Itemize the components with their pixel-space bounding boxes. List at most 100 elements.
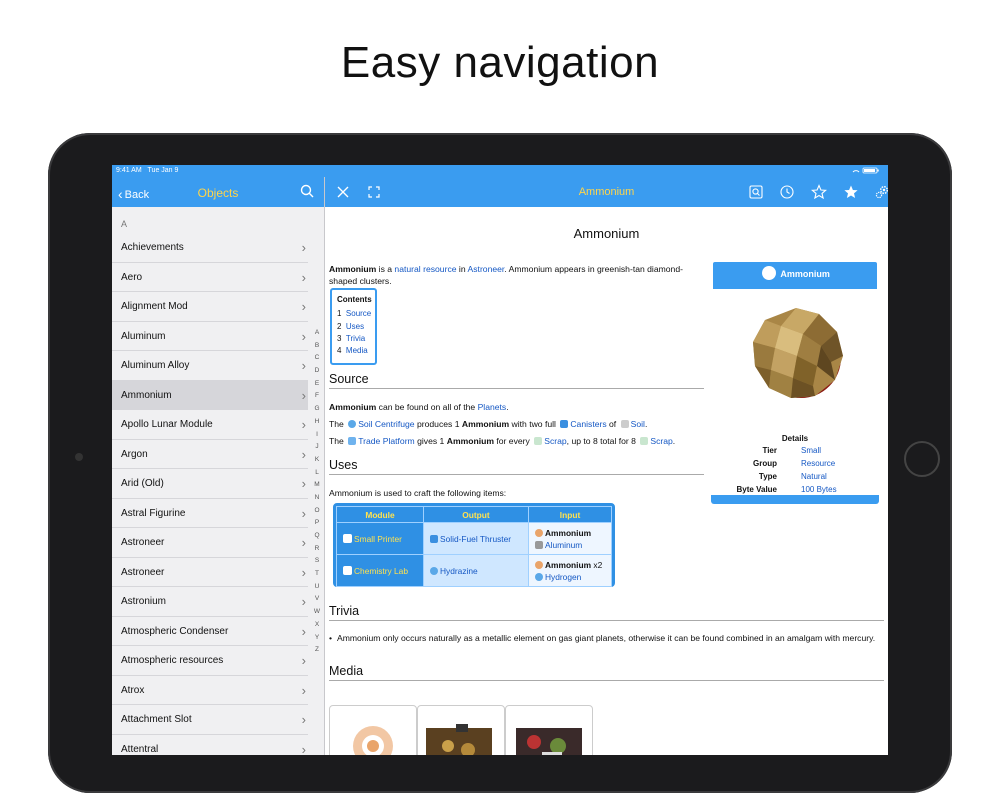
index-letter[interactable]: F — [311, 392, 323, 405]
infobox-value-link[interactable]: Resource — [801, 459, 835, 468]
alphabet-index[interactable]: ABCDEFGHIJKLMNOPQRSTUVWXYZ — [311, 329, 323, 659]
module-cell[interactable]: Small Printer — [336, 522, 424, 555]
list-item[interactable]: Astroneer › — [112, 528, 308, 558]
list-item[interactable]: Atrox › — [112, 676, 308, 705]
list-item[interactable]: Aluminum › — [112, 322, 308, 351]
link-trade-platform[interactable]: Trade Platform — [358, 436, 415, 446]
list-item[interactable]: Apollo Lunar Module › — [112, 410, 308, 440]
media-thumb-screenshot-1[interactable] — [417, 705, 505, 755]
favorite-outline-icon[interactable] — [811, 184, 827, 200]
index-letter[interactable]: N — [311, 494, 323, 507]
list-item-label: Attentral — [121, 743, 159, 755]
favorites-icon[interactable] — [843, 184, 859, 200]
soil-icon — [620, 420, 629, 428]
index-letter[interactable]: D — [311, 367, 323, 380]
link-soil-centrifuge[interactable]: Soil Centrifuge — [358, 419, 414, 429]
output-cell[interactable]: Solid-Fuel Thruster — [423, 522, 529, 555]
list-item[interactable]: Attachment Slot › — [112, 705, 308, 735]
index-letter[interactable]: P — [311, 519, 323, 532]
index-letter[interactable]: B — [311, 342, 323, 355]
link-planets[interactable]: Planets — [478, 402, 507, 412]
index-letter[interactable]: G — [311, 405, 323, 418]
headline: Easy navigation — [340, 38, 660, 87]
list-item[interactable]: Aluminum Alloy › — [112, 351, 308, 381]
bullet-icon: • — [329, 633, 333, 643]
module-cell[interactable]: Chemistry Lab — [336, 554, 424, 587]
home-button[interactable] — [904, 441, 940, 477]
index-letter[interactable]: V — [311, 595, 323, 608]
list-item[interactable]: Astronium › — [112, 587, 308, 617]
link-soil[interactable]: Soil — [631, 419, 645, 429]
toc-link[interactable]: Media — [346, 346, 368, 355]
link-hydrogen[interactable]: Hydrogen — [545, 572, 581, 582]
index-letter[interactable]: S — [311, 557, 323, 570]
list-item-label: Aluminum Alloy — [121, 360, 190, 371]
list-item[interactable]: Argon › — [112, 440, 308, 469]
index-letter[interactable]: Y — [311, 634, 323, 647]
infobox-value-link[interactable]: Small — [801, 446, 821, 455]
list-item[interactable]: Achievements › — [112, 233, 308, 263]
index-letter[interactable]: A — [311, 329, 323, 342]
toc-number: 2 — [337, 321, 342, 331]
index-letter[interactable]: O — [311, 507, 323, 520]
toc-link[interactable]: Source — [346, 309, 371, 318]
chevron-right-icon: › — [301, 535, 306, 550]
link-astroneer[interactable]: Astroneer — [468, 264, 505, 274]
list-item[interactable]: Attentral › — [112, 735, 308, 756]
link-scrap[interactable]: Scrap — [544, 436, 566, 446]
index-letter[interactable]: I — [311, 431, 323, 444]
list-item-label: Attachment Slot — [121, 714, 192, 725]
input-cell[interactable]: Ammonium x2 Hydrogen — [528, 554, 612, 587]
toc-item[interactable]: 1 Source — [337, 308, 371, 320]
index-letter[interactable]: M — [311, 481, 323, 494]
infobox-value-link[interactable]: Natural — [801, 472, 827, 481]
list-item[interactable]: Atmospheric Condenser › — [112, 617, 308, 646]
list-item[interactable]: Astroneer › — [112, 558, 308, 587]
toc-link[interactable]: Uses — [346, 322, 364, 331]
link-scrap-2[interactable]: Scrap — [650, 436, 672, 446]
chemistry-lab-icon — [343, 565, 352, 575]
chevron-right-icon: › — [301, 328, 306, 344]
history-icon[interactable] — [779, 184, 795, 200]
uses-intro: Ammonium is used to craft the following … — [329, 488, 507, 498]
toc-number: 3 — [337, 333, 342, 343]
toc-item[interactable]: 4 Media — [337, 345, 370, 357]
index-letter[interactable]: Q — [311, 532, 323, 545]
output-cell[interactable]: Hydrazine — [423, 554, 529, 587]
index-letter[interactable]: Z — [311, 646, 323, 659]
media-thumb-icon[interactable] — [329, 705, 417, 755]
link-canisters[interactable]: Canisters — [570, 419, 606, 429]
link-aluminum[interactable]: Aluminum — [545, 540, 582, 550]
index-letter[interactable]: J — [311, 443, 323, 456]
index-letter[interactable]: U — [311, 583, 323, 596]
list-item[interactable]: Alignment Mod › — [112, 292, 308, 322]
index-letter[interactable]: K — [311, 456, 323, 469]
infobox-value-link[interactable]: 100 Bytes — [801, 485, 837, 494]
input-cell[interactable]: Ammonium Aluminum — [528, 522, 612, 555]
index-letter[interactable]: T — [311, 570, 323, 583]
list-item[interactable]: Ammonium › — [112, 380, 308, 410]
index-letter[interactable]: E — [311, 380, 323, 393]
chevron-right-icon: › — [301, 269, 306, 285]
list-item[interactable]: Atmospheric resources › — [112, 646, 308, 676]
media-thumb-screenshot-2[interactable] — [505, 705, 593, 755]
list-item[interactable]: Astral Figurine › — [112, 499, 308, 528]
index-letter[interactable]: H — [311, 418, 323, 431]
index-letter[interactable]: X — [311, 621, 323, 634]
infobox-details: Details Tier Small Group Resource Type Natura… — [713, 434, 877, 498]
search-page-icon[interactable] — [748, 184, 764, 200]
toc-item[interactable]: 3 Trivia — [337, 333, 370, 345]
index-letter[interactable]: L — [311, 469, 323, 482]
list-item[interactable]: Aero › — [112, 263, 308, 292]
chevron-right-icon: › — [301, 299, 306, 314]
list-item[interactable]: Arid (Old) › — [112, 469, 308, 499]
search-icon[interactable] — [300, 184, 314, 198]
hydrogen-icon — [535, 572, 543, 581]
toc-link[interactable]: Trivia — [346, 334, 365, 343]
settings-icon[interactable] — [874, 184, 888, 200]
link-natural-resource[interactable]: natural resource — [394, 264, 456, 274]
index-letter[interactable]: W — [311, 608, 323, 621]
index-letter[interactable]: R — [311, 545, 323, 558]
index-letter[interactable]: C — [311, 354, 323, 367]
toc-item[interactable]: 2 Uses — [337, 321, 370, 333]
